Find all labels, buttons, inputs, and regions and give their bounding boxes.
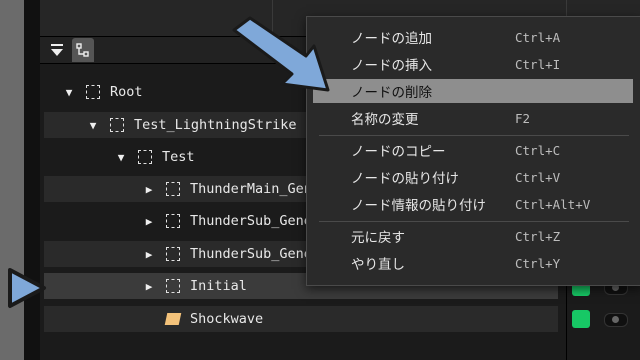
menu-item-shortcut: Ctrl+A [515, 29, 561, 45]
hierarchy-view-button[interactable] [72, 38, 94, 62]
menu-item-label: 名称の変更 [351, 112, 419, 128]
menu-item-label: 元に戻す [351, 230, 405, 246]
menu-item-rename[interactable]: 名称の変更 F2 [313, 106, 633, 130]
eye-icon[interactable] [604, 313, 628, 327]
expand-arrow-icon[interactable]: ▼ [86, 119, 100, 132]
node-icon [166, 247, 180, 261]
menu-item-shortcut: Ctrl+C [515, 142, 561, 158]
node-label: Test_LightningStrike [134, 117, 297, 133]
menu-item-shortcut: Ctrl+Alt+V [515, 196, 591, 212]
menu-item-paste-node-info[interactable]: ノード情報の貼り付け Ctrl+Alt+V [313, 192, 633, 216]
menu-separator [319, 221, 629, 222]
menu-separator [319, 135, 629, 136]
menu-item-label: ノードのコピー [351, 144, 446, 160]
tree-row[interactable]: Shockwave [44, 306, 558, 332]
menu-item-copy-node[interactable]: ノードのコピー Ctrl+C [313, 138, 633, 162]
menu-item-shortcut: Ctrl+I [515, 56, 561, 72]
menu-item-undo[interactable]: 元に戻す Ctrl+Z [313, 224, 633, 248]
menu-item-label: ノードの追加 [351, 31, 432, 47]
node-icon [86, 85, 100, 99]
collapsed-arrow-icon[interactable]: ▶ [142, 183, 156, 196]
menu-item-shortcut: Ctrl+Z [515, 228, 561, 244]
visibility-checkbox[interactable] [572, 310, 590, 328]
menu-item-label: ノード情報の貼り付け [351, 198, 486, 214]
collapsed-arrow-icon[interactable]: ▶ [142, 248, 156, 261]
node-label: Test [162, 149, 195, 165]
menu-item-insert-node[interactable]: ノードの挿入 Ctrl+I [313, 52, 633, 76]
node-icon [166, 182, 180, 196]
annotation-arrow-icon [232, 16, 330, 92]
menu-item-add-node[interactable]: ノードの追加 Ctrl+A [313, 25, 633, 49]
collapsed-arrow-icon[interactable]: ▶ [142, 280, 156, 293]
menu-item-delete-node[interactable]: ノードの削除 [313, 79, 633, 103]
menu-item-shortcut: Ctrl+V [515, 169, 561, 185]
menu-item-label: ノードの挿入 [351, 58, 432, 74]
node-icon [166, 279, 180, 293]
hierarchy-icon [76, 43, 89, 57]
node-label: Shockwave [190, 311, 264, 327]
node-label: Initial [190, 278, 247, 294]
node-icon [138, 150, 152, 164]
menu-item-redo[interactable]: やり直し Ctrl+Y [313, 251, 633, 275]
expand-arrow-icon[interactable]: ▼ [114, 151, 128, 164]
collapse-menu-button[interactable] [48, 41, 66, 59]
menu-item-label: ノードの貼り付け [351, 171, 459, 187]
menu-item-shortcut: Ctrl+Y [515, 255, 561, 271]
menu-item-label: やり直し [351, 257, 405, 273]
node-label: Root [110, 84, 143, 100]
menu-item-shortcut: F2 [515, 110, 531, 126]
expand-arrow-icon[interactable]: ▼ [62, 86, 76, 99]
node-icon [166, 214, 180, 228]
emitter-icon [164, 313, 182, 325]
menu-item-paste-node[interactable]: ノードの貼り付け Ctrl+V [313, 165, 633, 189]
annotation-pointer-icon [8, 268, 46, 308]
collapsed-arrow-icon[interactable]: ▶ [142, 215, 156, 228]
menu-item-label: ノードの削除 [351, 85, 432, 101]
menu-dropdown-icon [51, 44, 63, 56]
node-icon [110, 118, 124, 132]
